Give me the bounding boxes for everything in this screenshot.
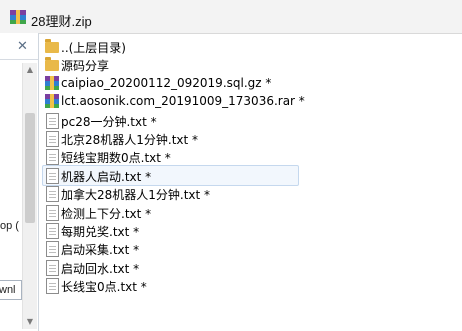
file-name: 启动回水.txt *	[61, 261, 140, 276]
file-name: caipiao_20200112_092019.sql.gz *	[61, 75, 272, 90]
text-file-icon	[44, 277, 60, 295]
file-name: lct.aosonik.com_20191009_173036.rar *	[61, 94, 305, 109]
file-row[interactable]: lct.aosonik.com_20191009_173036.rar *	[40, 92, 440, 110]
folder-row[interactable]: ..(上层目录)	[40, 37, 440, 55]
folder-row[interactable]: 源码分享	[40, 55, 440, 73]
left-pane: ✕ ▲ ▼ op ( wnl	[0, 33, 39, 331]
file-name: ..(上层目录)	[61, 41, 126, 55]
file-list: ..(上层目录) 源码分享 caipiao_20200112_092019.sql.…	[40, 34, 462, 331]
archive-icon	[44, 93, 60, 109]
file-row[interactable]: 启动回水.txt *	[40, 258, 440, 276]
title-bar: 28理财.zip	[0, 0, 462, 34]
scrollbar-thumb[interactable]	[25, 113, 35, 223]
left-pane-text: op (	[0, 220, 19, 232]
file-row[interactable]: 机器人启动.txt *	[40, 164, 440, 186]
file-name: 每期兑奖.txt *	[61, 225, 140, 239]
file-name: pc28一分钟.txt *	[61, 114, 157, 129]
file-row[interactable]: 启动采集.txt *	[40, 239, 440, 258]
file-row[interactable]: 每期兑奖.txt *	[40, 221, 440, 239]
file-row[interactable]: 长线宝0点.txt *	[40, 276, 440, 295]
file-row[interactable]: caipiao_20200112_092019.sql.gz *	[40, 74, 440, 92]
close-icon[interactable]: ✕	[17, 39, 28, 54]
left-pane-field[interactable]: wnl	[0, 280, 22, 300]
text-file-icon	[44, 204, 60, 221]
file-name: 启动采集.txt *	[61, 243, 140, 258]
divider	[0, 59, 38, 60]
text-file-icon	[44, 148, 60, 166]
file-name: 短线宝期数0点.txt *	[61, 151, 171, 166]
scroll-up-icon[interactable]: ▲	[24, 63, 36, 77]
file-name: 加拿大28机器人1分钟.txt *	[61, 188, 211, 203]
winrar-archive-icon	[10, 10, 26, 24]
file-row[interactable]: 北京28机器人1分钟.txt *	[40, 129, 440, 147]
left-scrollbar[interactable]: ▲ ▼	[22, 63, 37, 329]
file-name: 源码分享	[61, 59, 110, 74]
text-file-icon	[44, 167, 60, 184]
text-file-icon	[44, 240, 60, 258]
file-name: 检测上下分.txt *	[61, 206, 152, 221]
text-file-icon	[44, 130, 60, 147]
file-name: 机器人启动.txt *	[61, 169, 152, 184]
file-name: 长线宝0点.txt *	[61, 280, 147, 295]
folder-icon	[44, 38, 60, 54]
file-row[interactable]: pc28一分钟.txt *	[40, 111, 440, 129]
text-file-icon	[44, 112, 60, 129]
text-file-icon	[44, 185, 60, 203]
archive-icon	[44, 75, 60, 91]
file-row[interactable]: 加拿大28机器人1分钟.txt *	[40, 184, 440, 203]
folder-icon	[44, 56, 60, 72]
scroll-down-icon[interactable]: ▼	[24, 315, 36, 329]
file-row[interactable]: 短线宝期数0点.txt *	[40, 147, 440, 166]
window-title: 28理财.zip	[31, 14, 92, 29]
file-name: 北京28机器人1分钟.txt *	[61, 133, 199, 147]
text-file-icon	[44, 222, 60, 239]
file-row[interactable]: 检测上下分.txt *	[40, 203, 440, 221]
text-file-icon	[44, 259, 60, 276]
